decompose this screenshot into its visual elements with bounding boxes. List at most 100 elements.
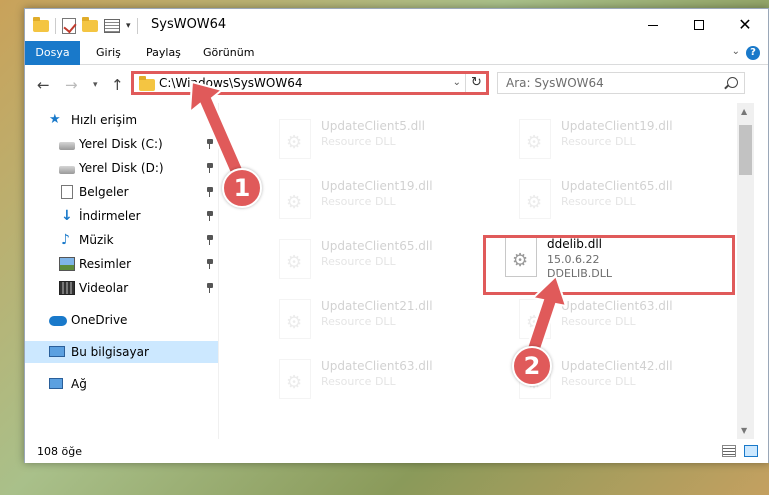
recent-locations-icon[interactable]: ▾ — [93, 80, 98, 90]
pin-icon[interactable] — [206, 187, 214, 197]
file-item[interactable]: UpdateClient21.dll Resource DLL — [265, 293, 495, 347]
file-description: Resource DLL — [561, 135, 636, 148]
up-button[interactable]: ↑ — [111, 76, 124, 94]
file-item[interactable]: UpdateClient19.dll Resource DLL — [265, 173, 495, 227]
maximize-button[interactable] — [676, 9, 722, 41]
sidebar-item-label: Ağ — [71, 377, 87, 391]
pin-icon[interactable] — [206, 283, 214, 293]
forward-button[interactable]: → — [65, 76, 78, 94]
tab-view[interactable]: Görünüm — [203, 41, 254, 65]
dll-file-icon — [279, 239, 311, 279]
sidebar-item-label: İndirmeler — [79, 209, 141, 223]
file-description: Resource DLL — [321, 195, 396, 208]
cloud-icon — [49, 316, 67, 326]
maximize-icon — [694, 20, 704, 30]
tab-home[interactable]: Giriş — [96, 41, 121, 65]
file-item[interactable]: UpdateClient63.dll Resource DLL — [265, 353, 495, 407]
window-title: SysWOW64 — [151, 17, 227, 32]
sidebar-item-music[interactable]: ♪ Müzik — [25, 229, 218, 251]
properties-check-icon[interactable] — [62, 18, 76, 34]
file-description: Resource DLL — [321, 135, 396, 148]
sidebar-item-this-pc[interactable]: Bu bilgisayar — [25, 341, 218, 363]
highlight-address-box — [131, 71, 489, 95]
sidebar-item-pictures[interactable]: Resimler — [25, 253, 218, 275]
pane-divider — [218, 103, 219, 439]
sidebar-item-downloads[interactable]: ↓ İndirmeler — [25, 205, 218, 227]
star-icon: ★ — [49, 112, 61, 127]
dll-file-icon — [519, 179, 551, 219]
file-name: UpdateClient65.dll — [561, 179, 673, 193]
video-icon — [59, 281, 75, 295]
sidebar-item-documents[interactable]: Belgeler — [25, 181, 218, 203]
download-icon: ↓ — [61, 208, 73, 224]
navigation-bar: ← → ▾ ↑ C:\Windows\SysWOW64 ⌄ ↻ Ara: Sys… — [25, 67, 768, 101]
help-icon[interactable]: ? — [746, 46, 760, 60]
file-description: Resource DLL — [561, 375, 636, 388]
dll-file-icon — [279, 119, 311, 159]
pin-icon[interactable] — [206, 211, 214, 221]
music-icon: ♪ — [61, 232, 70, 248]
pin-icon[interactable] — [206, 163, 214, 173]
pin-icon[interactable] — [206, 259, 214, 269]
properties-icon[interactable] — [104, 19, 120, 33]
details-view-icon[interactable] — [722, 445, 736, 457]
scroll-up-icon[interactable]: ▲ — [741, 107, 747, 116]
step-1-badge: 1 — [222, 168, 262, 208]
network-icon — [49, 378, 63, 389]
new-folder-icon[interactable] — [82, 17, 98, 32]
file-item[interactable]: UpdateClient65.dll Resource DLL — [505, 173, 735, 227]
chevron-down-icon[interactable]: ▾ — [126, 21, 131, 31]
scroll-down-icon[interactable]: ▼ — [741, 426, 747, 435]
sidebar-item-drive-c[interactable]: Yerel Disk (C:) — [25, 133, 218, 155]
minimize-icon — [648, 24, 658, 26]
sidebar-item-onedrive[interactable]: OneDrive — [25, 309, 218, 331]
sidebar-item-label: Hızlı erişim — [71, 113, 138, 127]
search-icon[interactable] — [727, 77, 738, 88]
dll-file-icon — [279, 299, 311, 339]
dll-file-icon — [519, 119, 551, 159]
sidebar-item-quick-access[interactable]: ★ Hızlı erişim — [25, 109, 218, 131]
folder-icon — [33, 17, 49, 32]
search-box[interactable]: Ara: SysWOW64 — [497, 72, 745, 94]
file-item[interactable]: UpdateClient63.dll Resource DLL — [505, 293, 735, 347]
pin-icon[interactable] — [206, 139, 214, 149]
minimize-button[interactable] — [630, 9, 676, 41]
navigation-pane: ★ Hızlı erişim Yerel Disk (C:) Yerel Dis… — [25, 103, 218, 439]
tab-share[interactable]: Paylaş — [146, 41, 181, 65]
sidebar-item-network[interactable]: Ağ — [25, 373, 218, 395]
file-name: UpdateClient42.dll — [561, 359, 673, 373]
document-icon — [61, 185, 73, 199]
expand-ribbon-icon[interactable]: ⌄ — [732, 46, 740, 57]
sidebar-item-videos[interactable]: Videolar — [25, 277, 218, 299]
vertical-scrollbar[interactable]: ▲ ▼ — [737, 103, 754, 439]
file-item[interactable]: UpdateClient19.dll Resource DLL — [505, 113, 735, 167]
sidebar-item-label: Belgeler — [79, 185, 129, 199]
picture-icon — [59, 257, 75, 271]
sidebar-item-label: Yerel Disk (C:) — [79, 137, 163, 151]
tab-file[interactable]: Dosya — [25, 41, 80, 65]
toolbar-separator — [55, 18, 56, 34]
toolbar-separator — [136, 18, 138, 34]
pin-icon[interactable] — [206, 235, 214, 245]
explorer-window: ▾ SysWOW64 ✕ Dosya Giriş Paylaş Görünüm … — [24, 8, 769, 463]
sidebar-item-label: Resimler — [79, 257, 132, 271]
quick-access-toolbar: ▾ — [33, 17, 138, 35]
dll-file-icon — [279, 179, 311, 219]
back-button[interactable]: ← — [37, 76, 50, 94]
sidebar-item-label: Bu bilgisayar — [71, 345, 149, 359]
sidebar-item-drive-d[interactable]: Yerel Disk (D:) — [25, 157, 218, 179]
title-bar: ▾ SysWOW64 ✕ — [25, 9, 768, 41]
large-icons-view-icon[interactable] — [744, 445, 758, 457]
highlight-file-box — [483, 235, 735, 295]
file-name: UpdateClient19.dll — [561, 119, 673, 133]
file-item[interactable]: UpdateClient65.dll Resource DLL — [265, 233, 495, 287]
file-description: Resource DLL — [561, 315, 636, 328]
close-button[interactable]: ✕ — [722, 9, 768, 41]
drive-icon — [59, 165, 75, 174]
sidebar-item-label: Yerel Disk (D:) — [79, 161, 164, 175]
file-item[interactable]: UpdateClient5.dll Resource DLL — [265, 113, 495, 167]
computer-icon — [49, 346, 65, 357]
scroll-thumb[interactable] — [739, 125, 752, 175]
file-name: UpdateClient5.dll — [321, 119, 425, 133]
dll-file-icon — [519, 299, 551, 339]
